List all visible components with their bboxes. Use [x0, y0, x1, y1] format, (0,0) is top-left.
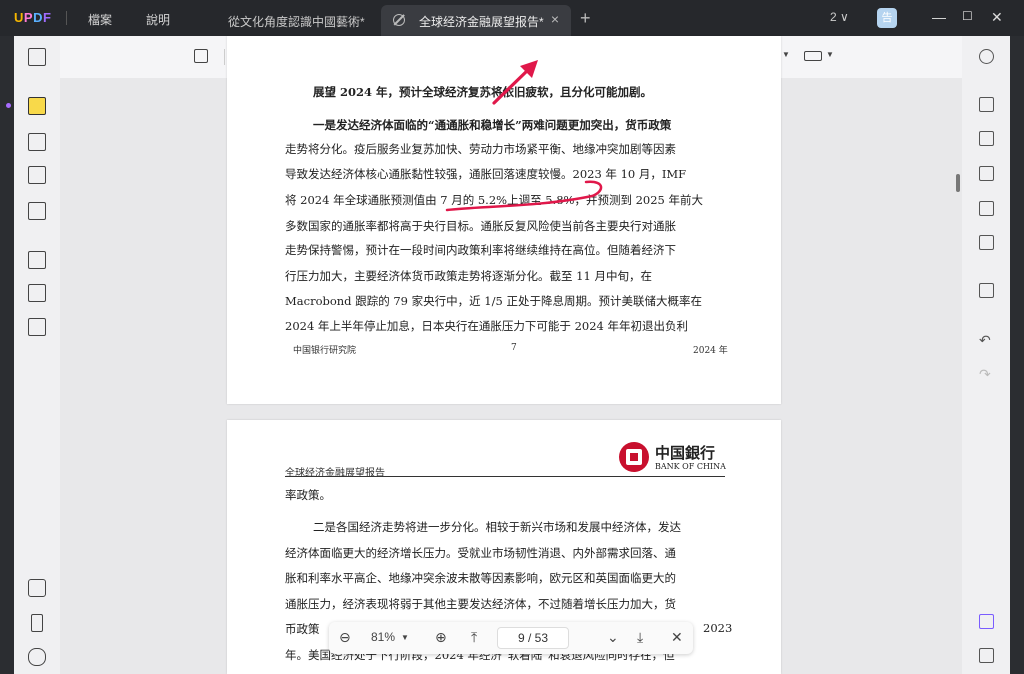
window-count[interactable]: 2 ∨	[830, 10, 849, 24]
measure-icon[interactable]	[804, 51, 822, 61]
page-number-input[interactable]: 9 / 53	[497, 627, 569, 649]
tab-document-1[interactable]: 從文化角度認識中國藝術*	[216, 5, 376, 36]
paragraph-line: 导致发达经济体核心通胀黏性较强，通胀回落速度较慢。2023 年 10 月，IMF	[285, 167, 687, 181]
paragraph-line: Macrobond 跟踪的 79 家央行中，近 1/5 正处于降息周期。预计美联…	[285, 294, 702, 308]
footer-page-number: 7	[511, 343, 517, 353]
tab-label: 全球经济金融展望报告*	[419, 15, 544, 29]
mail-icon[interactable]	[979, 235, 994, 250]
ocr-icon[interactable]	[979, 97, 994, 112]
chevron-down-icon[interactable]: ▼	[826, 50, 834, 59]
menu-file[interactable]: 檔案	[88, 11, 112, 28]
zoom-level[interactable]: 81%	[371, 630, 395, 644]
form-icon[interactable]	[28, 166, 46, 184]
paragraph-line: 多数国家的通胀率都将高于央行目标。通胀反复风险使当前各主要央行对通胀	[285, 219, 676, 233]
search-icon[interactable]	[979, 49, 994, 64]
paragraph-line: 走势保持警惕，预计在一段时间内政策利率将继续维持在高位。但随着经济下	[285, 243, 676, 257]
note-icon[interactable]	[194, 49, 208, 63]
close-window-icon[interactable]: ✕	[991, 9, 1003, 26]
paragraph-line: 将 2024 年全球通胀预测值由 7 月的 5.2%上调至 5.8%，并预测到 …	[285, 193, 704, 207]
crop-icon[interactable]	[28, 284, 46, 302]
paragraph-line: 胀和利率水平高企、地缘冲突余波未散等因素影响，欧元区和英国面临更大的	[285, 571, 676, 585]
convert-icon[interactable]	[979, 131, 994, 146]
paragraph-line: 行压力加大，主要经济体货币政策走势将逐渐分化。截至 11 月中旬，在	[285, 269, 652, 283]
paragraph-line: 2024 年上半年停止加息，日本央行在通胀压力下可能于 2024 年年初退出负利	[285, 319, 688, 333]
add-tab-icon[interactable]: +	[580, 8, 591, 29]
chevron-down-icon[interactable]: ▼	[782, 50, 790, 59]
paragraph-line: 展望 2024 年，预计全球经济复苏将依旧疲软，且分化可能加剧。	[313, 85, 653, 99]
share-icon[interactable]	[979, 201, 994, 216]
comments-panel-icon[interactable]	[979, 648, 994, 663]
paragraph-line: 币政策	[285, 622, 320, 636]
updf-logo: UPDF	[14, 10, 52, 25]
close-navbar-icon[interactable]: ✕	[671, 629, 683, 646]
organize-pages-icon[interactable]	[28, 251, 46, 269]
save-icon[interactable]	[979, 283, 994, 298]
redo-icon[interactable]: ↷	[979, 366, 994, 382]
active-dot	[6, 103, 11, 108]
attachment-icon[interactable]	[28, 648, 46, 666]
divider	[224, 49, 225, 65]
close-tab-icon[interactable]: ×	[551, 11, 559, 27]
paragraph-line: 率政策。	[285, 488, 331, 502]
paragraph-line: 经济体面临更大的经济增长压力。受就业市场韧性消退、内外部需求回落、通	[285, 546, 676, 560]
paragraph-line: 2023	[703, 621, 733, 635]
layers-icon[interactable]	[28, 579, 46, 597]
tab-label: 從文化角度認識中國藝術*	[228, 15, 365, 29]
undo-icon[interactable]: ↶	[979, 332, 994, 348]
next-page-icon[interactable]: ⌄	[607, 629, 619, 646]
paragraph-line: 一是发达经济体面临的“通通胀和稳增长”两难问题更加突出，货币政策	[313, 118, 672, 132]
ai-assistant-icon[interactable]	[979, 614, 994, 629]
paragraph-line: 二是各国经济走势将进一步分化。相较于新兴市场和发展中经济体，发达	[313, 520, 681, 534]
minimize-icon[interactable]: —	[932, 9, 946, 25]
reader-icon[interactable]	[28, 48, 46, 66]
header-divider	[285, 476, 725, 477]
scrollbar-thumb[interactable]	[956, 174, 960, 192]
zoom-out-icon[interactable]: ⊖	[339, 629, 351, 646]
footer-year: 2024 年	[693, 346, 728, 356]
footer-publisher: 中国银行研究院	[293, 346, 357, 356]
title-bar: UPDF 檔案 說明 從文化角度認識中國藝術* 全球经济金融展望报告* × + …	[0, 0, 1024, 36]
bank-name-en: BANK OF CHINA	[655, 462, 726, 471]
chevron-down-icon[interactable]: ▼	[401, 633, 409, 642]
maximize-icon[interactable]: ☐	[962, 9, 973, 23]
first-page-icon[interactable]: ⤒	[471, 629, 477, 646]
tools-icon[interactable]	[28, 318, 46, 336]
avatar[interactable]: 告	[877, 8, 897, 28]
bank-name-cn: 中国銀行	[655, 444, 716, 462]
tab-document-2[interactable]: 全球经济金融展望报告* ×	[381, 5, 571, 36]
link-off-icon	[393, 14, 405, 26]
menu-help[interactable]: 說明	[146, 11, 170, 28]
comment-mode-icon[interactable]	[28, 97, 46, 115]
fill-sign-icon[interactable]	[28, 202, 46, 220]
edit-pdf-icon[interactable]	[28, 133, 46, 151]
pdf-page-7: 展望 2024 年，预计全球经济复苏将依旧疲软，且分化可能加剧。 一是发达经济体…	[227, 36, 781, 404]
left-sidebar	[6, 36, 60, 674]
page-navigation-bar: ⊖ 81% ▼ ⊕ ⤒ 9 / 53 ⌄ ⤓ ✕	[329, 622, 693, 654]
bookmark-icon[interactable]	[31, 614, 43, 632]
protect-icon[interactable]	[979, 166, 994, 181]
paragraph-line: 走势将分化。疫后服务业复苏加快、劳动力市场紧平衡、地缘冲突加剧等因素	[285, 142, 676, 156]
bank-of-china-logo-icon	[619, 442, 649, 472]
paragraph-line: 通胀压力，经济表现将弱于其他主要发达经济体，不过随着增长压力加大，货	[285, 597, 676, 611]
last-page-icon[interactable]: ⤓	[637, 629, 643, 646]
zoom-in-icon[interactable]: ⊕	[435, 629, 447, 646]
divider	[66, 11, 67, 25]
right-sidebar: ↶ ↷	[962, 36, 1010, 674]
